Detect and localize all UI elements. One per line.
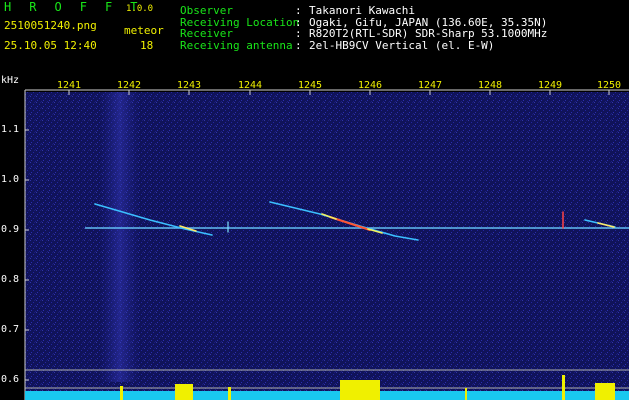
x-tick-label: 1245: [297, 80, 323, 91]
y-tick-label: 0.8: [1, 274, 20, 285]
file-name: 2510051240.png: [4, 19, 97, 32]
meta-receiver: Receiver : R820T2(RTL-SDR) SDR-Sharp 53.…: [180, 28, 547, 40]
spectrogram-plot: [24, 89, 629, 400]
station-metadata: Observer : Takanori Kawachi Receiving Lo…: [180, 5, 547, 51]
x-tick-label: 1243: [176, 80, 202, 91]
x-tick-label: 1248: [477, 80, 503, 91]
x-tick-label: 1249: [537, 80, 563, 91]
app-title: H R O F F T: [4, 0, 143, 14]
meta-antenna: Receiving antenna : 2el-HB9CV Vertical (…: [180, 38, 547, 52]
meta-separator: :: [295, 38, 302, 52]
observation-datetime: 25.10.05 12:40: [4, 39, 97, 52]
meta-key: Receiver: [180, 27, 233, 40]
meteor-label: meteor: [124, 24, 164, 37]
x-tick-label: 1250: [596, 80, 622, 91]
meta-value: 2el-HB9CV Vertical (el. E-W): [309, 38, 495, 52]
x-tick-label: 1244: [237, 80, 263, 91]
meta-key: Observer: [180, 4, 233, 17]
meta-key: Receiving antenna: [180, 38, 293, 52]
meta-value: Takanori Kawachi: [309, 4, 415, 17]
meta-value: R820T2(RTL-SDR) SDR-Sharp 53.1000MHz: [309, 27, 548, 40]
x-tick-label: 1241: [56, 80, 82, 91]
y-tick-label: 1.0: [1, 174, 20, 185]
x-tick-label: 1242: [116, 80, 142, 91]
meteor-count: 18: [140, 39, 154, 52]
app-version: 1.0.0: [126, 4, 154, 14]
meta-separator: :: [295, 27, 302, 40]
meta-observer: Observer : Takanori Kawachi: [180, 5, 547, 17]
x-tick-label: 1246: [357, 80, 383, 91]
y-tick-label: 0.6: [1, 374, 20, 385]
y-tick-label: 0.9: [1, 224, 20, 235]
meta-separator: :: [295, 4, 302, 17]
hrofft-window: H R O F F T 1.0.0 2510051240.png meteor …: [0, 0, 629, 400]
y-tick-label: 1.1: [1, 124, 20, 135]
noise-band: [100, 92, 140, 382]
y-unit-label: kHz: [1, 75, 20, 86]
y-tick-label: 0.7: [1, 324, 20, 335]
x-tick-label: 1247: [417, 80, 443, 91]
